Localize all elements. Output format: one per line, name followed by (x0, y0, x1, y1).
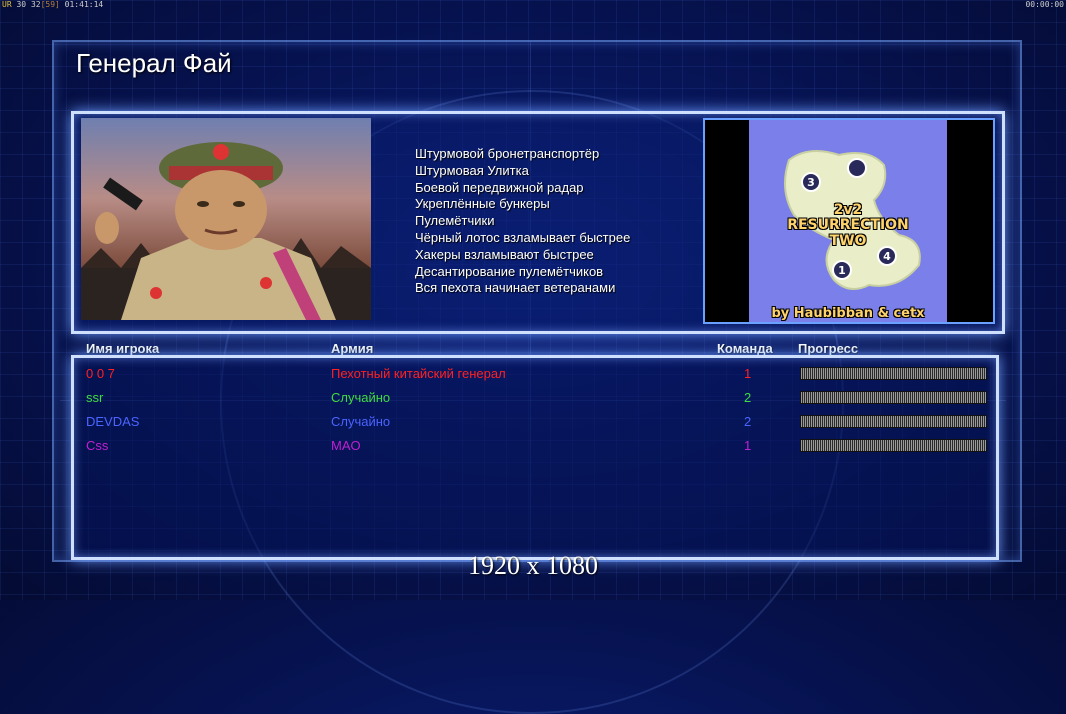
feature-item: Хакеры взламывают быстрее (415, 246, 594, 262)
general-title: Генерал Фай (76, 48, 232, 78)
player-progress-bar (800, 415, 987, 428)
resolution-label: 1920 x 1080 (468, 551, 598, 580)
player-row: Css MAO 1 (0, 438, 1066, 458)
debug-fps-readout: UR 30 32[59] 01:41:14 (2, 0, 103, 9)
player-team: 2 (744, 414, 752, 429)
column-header-name: Имя игрока (86, 341, 160, 356)
feature-item: Штурмовая Улитка (415, 162, 529, 178)
general-portrait-image (81, 142, 371, 320)
feature-item: Вся пехота начинает ветеранами (415, 280, 616, 296)
general-portrait (81, 118, 371, 320)
player-name: Css (86, 438, 109, 453)
player-row: 0 0 7 Пехотный китайский генерал 1 (0, 366, 1066, 386)
debug-bracket: [59] (40, 0, 60, 9)
debug-prefix: UR (2, 0, 12, 9)
debug-clock: 00:00:00 (1025, 0, 1064, 9)
map-slot-3: 3 (807, 176, 815, 189)
feature-item: Укреплённые бункеры (415, 196, 550, 212)
map-slot-1: 1 (838, 264, 846, 277)
general-features-list: Штурмовой бронетранспортёр Штурмовая Ули… (415, 146, 630, 297)
player-army: Пехотный китайский генерал (331, 366, 506, 381)
feature-item: Десантирование пулемётчиков (415, 263, 604, 279)
player-progress-bar (800, 439, 987, 452)
map-title-line1: 2v2 (833, 202, 863, 218)
debug-topbar: UR 30 32[59] 01:41:14 00:00:00 (0, 0, 1066, 10)
player-army: Случайно (331, 414, 391, 429)
player-row: ssr Случайно 2 (0, 390, 1066, 410)
player-army: MAO (331, 438, 361, 453)
player-name: DEVDAS (86, 414, 140, 429)
column-header-team: Команда (717, 341, 773, 356)
debug-value: 32 (30, 0, 41, 9)
feature-item: Штурмовой бронетранспортёр (415, 146, 600, 161)
feature-item: Пулемётчики (415, 213, 495, 229)
debug-fps: 30 (16, 0, 27, 9)
column-header-progress: Прогресс (798, 341, 859, 356)
player-team: 1 (744, 366, 752, 381)
player-team: 1 (744, 438, 752, 453)
map-title-line3: TWO (829, 233, 867, 249)
player-army: Случайно (331, 390, 391, 405)
map-slot-4: 4 (883, 250, 891, 263)
map-preview-image: 3 1 4 2v2 RESURRECTION TWO by Haubibban … (749, 120, 947, 322)
map-credit: by Haubibban & cetx (771, 306, 925, 321)
player-name: ssr (86, 390, 104, 405)
map-preview: 3 1 4 2v2 RESURRECTION TWO by Haubibban … (703, 118, 995, 324)
player-progress-bar (800, 391, 987, 404)
feature-item: Боевой передвижной радар (415, 179, 584, 195)
column-header-army: Армия (331, 341, 374, 356)
feature-item: Чёрный лотос взламывает быстрее (415, 229, 631, 245)
player-row: DEVDAS Случайно 2 (0, 414, 1066, 434)
player-name: 0 0 7 (86, 366, 115, 381)
player-progress-bar (800, 367, 987, 380)
debug-elapsed-time: 01:41:14 (64, 0, 104, 9)
player-team: 2 (744, 390, 752, 405)
map-title-line2: RESURRECTION (787, 217, 909, 233)
